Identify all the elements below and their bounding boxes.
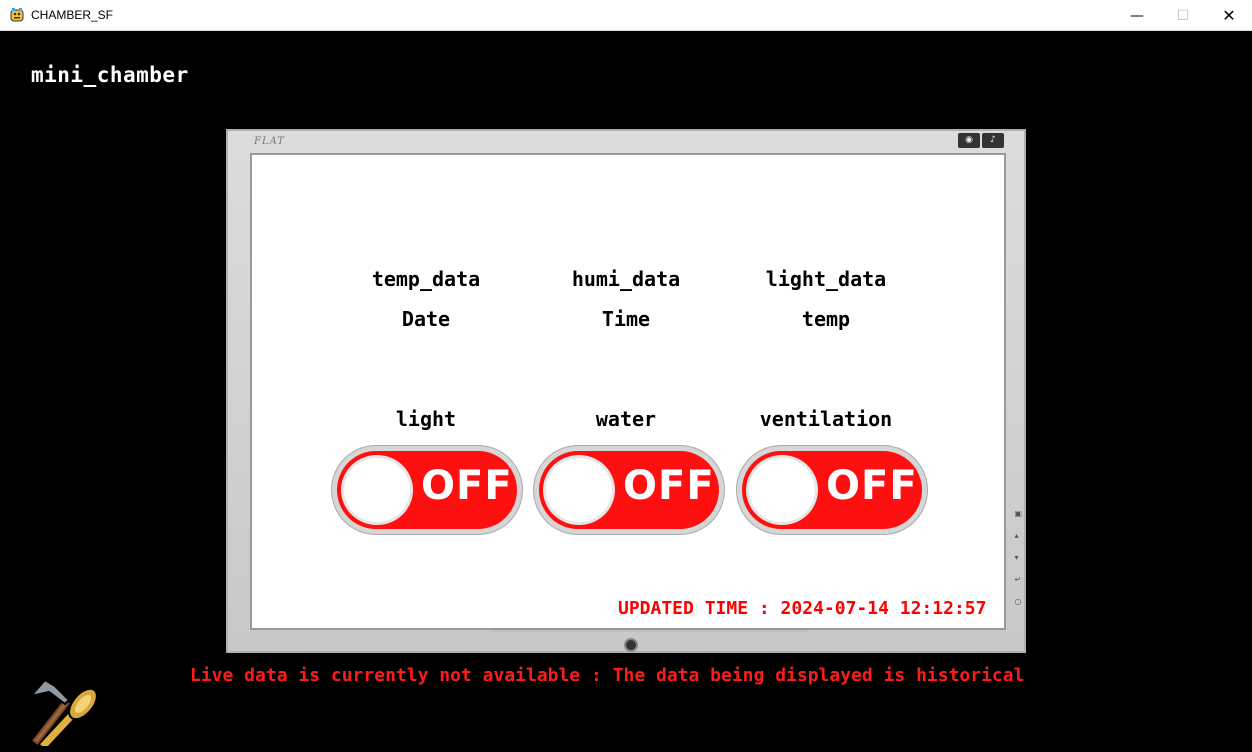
toggle-state: OFF [826,463,918,509]
monitor-frame: FLAT ◉ ♪ ▣ ▴ ▾ ↵ ○ temp_data humi_data l… [226,129,1026,653]
bezel-speaker-icon: ♪ [982,133,1004,148]
date-label: Date [401,307,451,331]
light-control-label: light [395,407,457,431]
ventilation-toggle[interactable]: OFF [737,446,927,534]
temp-data-label: temp_data [371,267,481,291]
humi-data-label: humi_data [571,267,681,291]
toggle-knob [341,455,413,525]
time-label: Time [601,307,651,331]
temp-value-label: temp [801,307,851,331]
monitor-side-buttons: ▣ ▴ ▾ ↵ ○ [1014,509,1022,606]
minimize-button[interactable]: — [1114,0,1160,31]
app-icon [10,8,24,22]
tools-icon [28,678,98,746]
toggle-knob [746,455,818,525]
updated-time: UPDATED TIME : 2024-07-14 12:12:57 [618,598,987,619]
ventilation-control-label: ventilation [759,407,893,431]
water-control-label: water [595,407,657,431]
window-titlebar: CHAMBER_SF — ☐ ✕ [0,0,1252,31]
maximize-button[interactable]: ☐ [1160,0,1206,31]
bezel-eye-icon: ◉ [958,133,980,148]
water-toggle[interactable]: OFF [534,446,724,534]
toggle-knob [543,455,615,525]
light-data-label: light_data [765,267,887,291]
app-heading: mini_chamber [31,63,189,87]
camera-icon [624,638,638,652]
pickaxe-icon [28,678,71,745]
window-title: CHAMBER_SF [31,8,114,22]
monitor-screen: temp_data humi_data light_data Date Time… [250,153,1006,630]
bezel-enter-icon: ↵ [1014,575,1022,584]
status-notice: Live data is currently not available : T… [190,665,1025,686]
toggle-state: OFF [623,463,715,509]
monitor-bezel-icons: ◉ ♪ [958,133,1004,148]
bezel-power-icon: ○ [1014,597,1022,606]
bezel-down-icon: ▾ [1014,553,1019,562]
bezel-up-icon: ▴ [1014,531,1019,540]
bezel-menu-icon: ▣ [1014,509,1022,518]
close-button[interactable]: ✕ [1206,0,1252,31]
light-toggle[interactable]: OFF [332,446,522,534]
toggle-state: OFF [421,463,513,509]
monitor-brand: FLAT [254,136,285,147]
